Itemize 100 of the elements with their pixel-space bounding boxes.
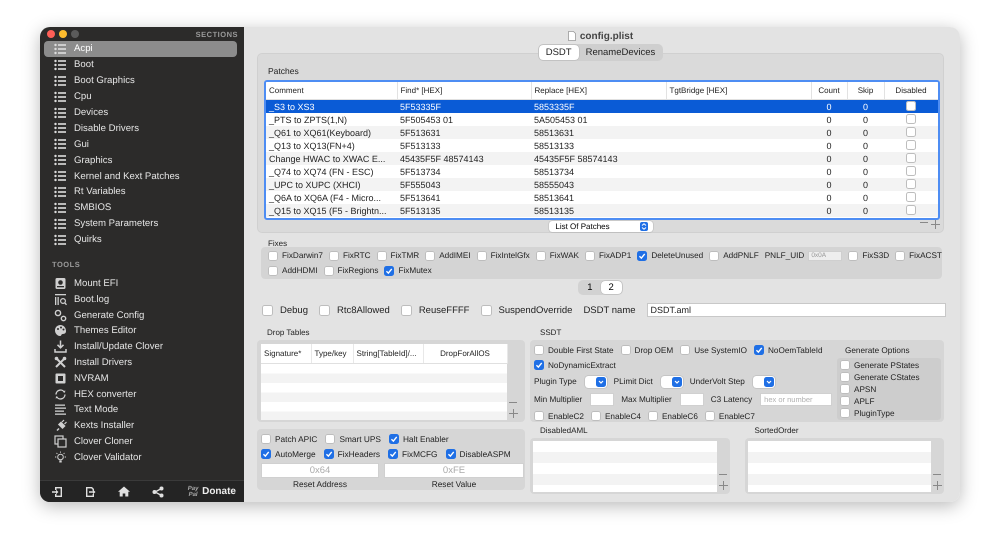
checkbox[interactable] — [709, 250, 720, 260]
checkbox[interactable] — [648, 411, 658, 421]
checkbox[interactable] — [906, 126, 916, 136]
checkbox[interactable] — [388, 449, 398, 459]
checkbox[interactable] — [476, 250, 487, 260]
popup-button[interactable]: List Of Patches — [548, 220, 652, 232]
add-icon[interactable] — [931, 220, 940, 230]
column-header[interactable]: Disabled — [884, 82, 938, 100]
tool-item[interactable]: HEX converter — [44, 386, 237, 402]
sidebar-item[interactable]: Graphics — [44, 152, 237, 168]
checkbox[interactable] — [384, 266, 394, 276]
column-header[interactable]: Signature* — [261, 344, 311, 364]
sidebar-item[interactable]: Rt Variables — [44, 184, 237, 200]
checkbox[interactable] — [400, 304, 412, 316]
minimize-button[interactable] — [59, 30, 67, 38]
zoom-button[interactable] — [71, 30, 79, 38]
table-row[interactable]: Change HWAC to XWAC E... 45435F5F 48574143 45435F5F 58574143 0 0 — [266, 152, 938, 165]
sidebar-item[interactable]: Disable Drivers — [44, 120, 237, 136]
checkbox[interactable] — [754, 345, 764, 355]
close-button[interactable] — [47, 30, 55, 38]
remove-icon[interactable] — [509, 400, 517, 405]
checkbox[interactable] — [425, 250, 436, 260]
tool-item[interactable]: Text Mode — [44, 402, 237, 418]
add-icon[interactable] — [718, 481, 728, 490]
checkbox[interactable] — [324, 266, 334, 276]
input-field[interactable] — [590, 393, 614, 406]
table-row[interactable]: _Q6A to XQ6A (F4 - Micro... 5F513641 58513641 0 0 — [266, 191, 938, 204]
tool-item[interactable]: Generate Config — [44, 307, 237, 323]
tool-item[interactable]: Mount EFI — [44, 276, 237, 292]
checkbox[interactable] — [388, 434, 399, 444]
export-icon[interactable] — [85, 486, 96, 498]
input-field[interactable]: DSDT.aml — [646, 303, 946, 317]
checkbox[interactable] — [446, 449, 456, 459]
checkbox[interactable] — [590, 411, 601, 421]
remove-icon[interactable] — [718, 472, 726, 477]
column-header[interactable]: Find* [HEX] — [397, 82, 531, 100]
checkbox[interactable] — [268, 250, 278, 260]
input-field[interactable] — [680, 393, 704, 406]
import-icon[interactable] — [52, 486, 63, 498]
table-row[interactable]: _Q13 to XQ13(FN+4) 5F513133 58513133 0 0 — [266, 139, 938, 152]
checkbox[interactable] — [534, 411, 544, 421]
tool-item[interactable]: Install Drivers — [44, 354, 237, 370]
column-header[interactable]: DropForAllOS — [423, 344, 507, 364]
page-button[interactable]: 1 — [579, 281, 600, 294]
checkbox[interactable] — [534, 360, 544, 370]
checkbox[interactable] — [637, 250, 648, 260]
checkbox[interactable] — [325, 434, 336, 444]
share-icon[interactable] — [152, 486, 164, 498]
sidebar-item[interactable]: Boot Graphics — [44, 72, 237, 89]
checkbox[interactable] — [261, 449, 271, 459]
column-header[interactable]: Replace [HEX] — [531, 82, 666, 100]
column-header[interactable]: Comment — [266, 82, 397, 100]
sidebar-item[interactable]: Cpu — [44, 88, 237, 105]
tool-item[interactable]: Boot.log — [44, 291, 237, 308]
table-row[interactable]: _UPC to XUPC (XHCI) 5F555043 58555043 0 0 — [266, 178, 938, 191]
column-header[interactable]: Type/key — [311, 344, 353, 364]
checkbox[interactable] — [840, 360, 850, 370]
table-row[interactable]: _Q15 to XQ15 (F5 - Brightn... 5F513135 58513135 0 0 — [266, 204, 938, 217]
column-header[interactable]: String[TableId]/... — [353, 344, 423, 364]
popup-button[interactable] — [752, 376, 775, 388]
tool-item[interactable]: NVRAM — [44, 370, 237, 386]
table-row[interactable]: _Q74 to XQ74 (FN - ESC) 5F513734 58513734 0 0 — [266, 165, 938, 178]
checkbox[interactable] — [480, 304, 492, 316]
checkbox[interactable] — [620, 345, 631, 355]
checkbox[interactable] — [680, 345, 690, 355]
checkbox[interactable] — [848, 250, 858, 260]
checkbox[interactable] — [319, 304, 330, 316]
checkbox[interactable] — [906, 100, 916, 110]
table-row[interactable]: _PTS to ZPTS(1,N) 5F505453 01 5A505453 01 0 0 — [266, 113, 938, 126]
checkbox[interactable] — [906, 192, 916, 202]
tool-item[interactable]: Kexts Installer — [44, 418, 237, 434]
checkbox[interactable] — [261, 434, 271, 444]
tab[interactable]: DSDT — [538, 45, 579, 60]
sidebar-item[interactable]: Gui — [44, 136, 237, 152]
checkbox[interactable] — [840, 372, 850, 382]
tool-item[interactable]: Clover Validator — [44, 449, 237, 466]
sidebar-item[interactable]: Kernel and Kext Patches — [44, 168, 237, 184]
checkbox[interactable] — [840, 396, 850, 406]
checkbox[interactable] — [895, 250, 906, 260]
checkbox[interactable] — [906, 152, 916, 162]
page-button[interactable]: 2 — [600, 281, 622, 294]
checkbox[interactable] — [906, 114, 916, 124]
checkbox[interactable] — [268, 266, 278, 276]
sidebar-item[interactable]: System Parameters — [44, 216, 237, 232]
tool-item[interactable]: Clover Cloner — [44, 434, 237, 450]
remove-icon[interactable] — [933, 472, 941, 477]
popup-button[interactable] — [584, 376, 607, 388]
checkbox[interactable] — [376, 250, 387, 260]
sidebar-item[interactable]: Devices — [44, 104, 237, 120]
checkbox[interactable] — [840, 408, 850, 418]
checkbox[interactable] — [906, 140, 916, 150]
checkbox[interactable] — [906, 166, 916, 176]
checkbox[interactable] — [324, 449, 334, 459]
checkbox[interactable] — [536, 250, 546, 260]
table-row[interactable]: _S3 to XS3 5F53335F 5853335F 0 0 — [266, 100, 938, 113]
column-header[interactable]: TgtBridge [HEX] — [666, 82, 811, 100]
checkbox[interactable] — [534, 345, 544, 355]
checkbox[interactable] — [906, 178, 916, 188]
sidebar-item[interactable]: Quirks — [44, 232, 237, 248]
sidebar-item[interactable]: Boot — [44, 56, 237, 73]
